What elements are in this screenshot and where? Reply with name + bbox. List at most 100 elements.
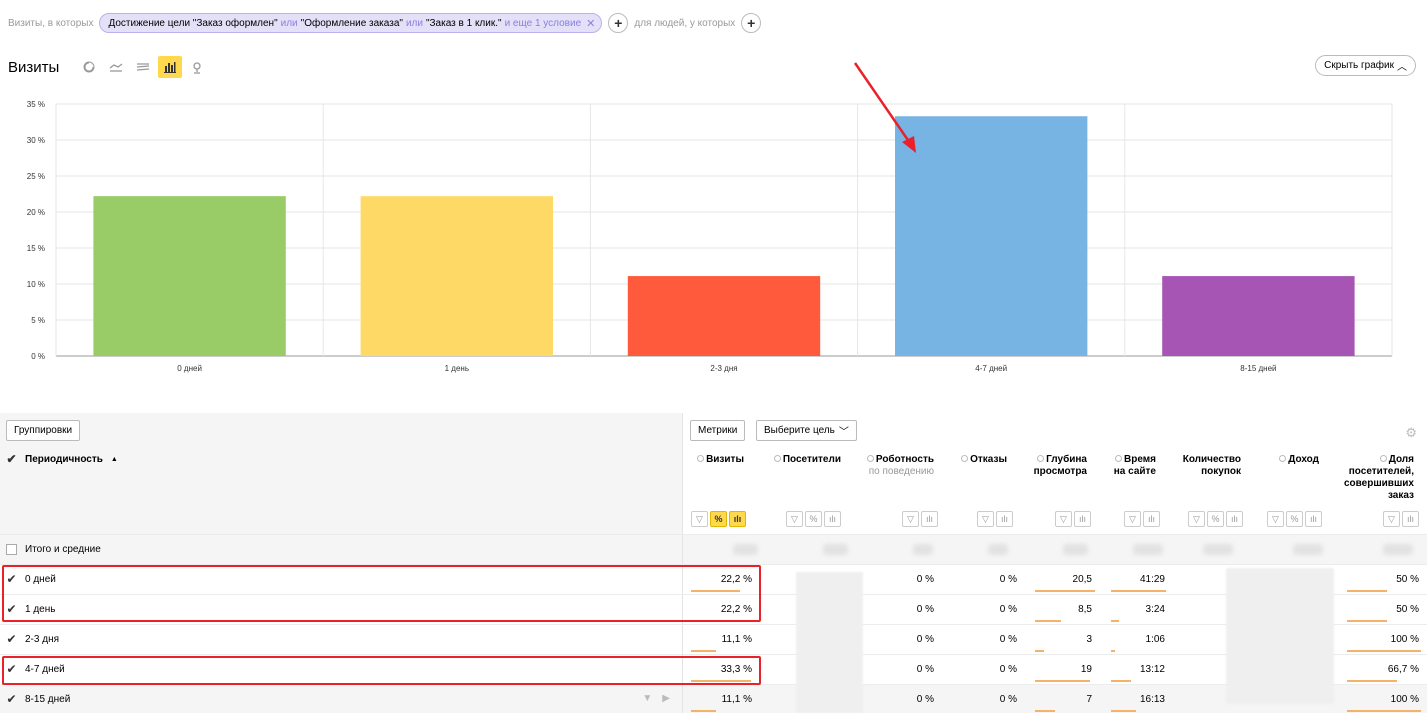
cell-robots: 0 % [916,574,934,585]
condition-goal-2: "Оформление заказа" [300,17,403,29]
dimension-checkbox[interactable] [6,454,17,465]
dimension-header-area [0,413,682,534]
bar-chart-icon[interactable] [158,56,183,78]
cell-robots: 0 % [916,634,934,645]
goal-condition-chip[interactable]: Достижение цели "Заказ оформлен" или "Оф… [99,13,603,33]
percent-toggle[interactable]: % [1286,511,1303,527]
share-bar [1347,710,1421,712]
filter-icon[interactable]: ▽ [1383,511,1400,527]
line-chart-icon[interactable] [104,56,128,78]
filter-icon[interactable]: ▽ [1124,511,1141,527]
row-label: 2-3 дня [25,634,60,645]
bar-toggle[interactable]: ılı [1305,511,1322,527]
hide-chart-button[interactable]: Скрыть график ︿ [1315,55,1416,76]
cell-visits: 11,1 % [721,694,752,705]
depth-bar [1035,710,1055,712]
bar-toggle[interactable]: ılı [1402,511,1419,527]
row-label-cell: 1 день [6,604,55,615]
cell-time: 41:29 [1139,574,1165,585]
column-header-depth[interactable]: Глубина просмотра [1034,454,1087,478]
cell-time: 3:24 [1145,604,1165,615]
close-icon[interactable]: ✕ [586,17,595,30]
table-row[interactable]: 0 дней 22,2 % 0 % 0 % 20,5 41:29 50 % [0,564,1427,595]
column-header-visits[interactable]: Визиты [697,454,744,466]
filter-icon[interactable]: ▽ [977,511,994,527]
column-header-bounce[interactable]: Отказы [961,454,1007,466]
table-row[interactable]: 1 день 22,2 % 0 % 0 % 8,5 3:24 50 % [0,594,1427,625]
bar-toggle[interactable]: ılı [824,511,841,527]
purchases-column-tools: ▽ % ılı [1188,511,1243,527]
column-header-time[interactable]: Время на сайте [1114,454,1156,478]
groupings-button[interactable]: Группировки [6,420,81,441]
column-header-robots[interactable]: Роботность по поведению [866,454,934,478]
column-header-purchases[interactable]: Количество покупок [1183,454,1241,478]
more-conditions-link[interactable]: и еще 1 условие [505,18,582,29]
time-bar [1111,590,1166,592]
column-header-order-share[interactable]: Доля посетителей, совершивших заказ [1344,454,1414,502]
row-label-cell: 0 дней [6,574,56,585]
percent-toggle[interactable]: % [1207,511,1224,527]
table-row[interactable]: 4-7 дней 33,3 % 0 % 0 % 19 13:12 66,7 % [0,654,1427,685]
row-checkbox[interactable] [6,604,17,615]
stacked-area-icon[interactable] [131,56,155,78]
bar-toggle[interactable]: ılı [1143,511,1160,527]
cell-bounce: 0 % [999,634,1017,645]
percent-toggle[interactable]: % [805,511,822,527]
radio-icon [697,455,705,462]
row-checkbox[interactable] [6,634,17,645]
robots-column-tools: ▽ ılı [902,511,938,527]
add-visit-condition-button[interactable]: + [608,13,629,33]
y-tick-label: 35 % [27,100,45,109]
totals-row: Итого и средние [0,534,1427,565]
cell-depth: 20,5 [1072,574,1092,585]
cell-bounce: 0 % [999,574,1017,585]
cell-order-share: 66,7 % [1387,664,1419,675]
time-column-tools: ▽ ılı [1124,511,1160,527]
filter-icon[interactable]: ▽ [691,511,708,527]
row-checkbox[interactable] [6,574,17,585]
table-row[interactable]: 8-15 дней ▼ ▶ 11,1 % 0 % 0 % 7 16:13 100… [0,684,1427,713]
percent-toggle[interactable]: % [710,511,727,527]
totals-values-blurred [682,535,1427,565]
bar-toggle[interactable]: ılı [1226,511,1243,527]
time-bar [1111,680,1131,682]
cell-visits: 22,2 % [720,604,752,615]
play-icon[interactable]: ▶ [662,693,670,704]
column-header-visitors[interactable]: Посетители [773,454,841,466]
people-condition-label: для людей, у которых [634,17,736,29]
cell-time: 13:12 [1139,664,1165,675]
select-goal-dropdown[interactable]: Выберите цель ﹀ [756,420,857,441]
row-checkbox[interactable] [6,664,17,675]
bar-toggle[interactable]: ılı [996,511,1013,527]
map-pin-icon[interactable] [185,56,209,78]
depth-bar [1035,650,1044,652]
cell-order-share: 50 % [1396,574,1419,585]
bar-toggle[interactable]: ılı [1074,511,1091,527]
filter-icon[interactable]: ▽ [1055,511,1072,527]
gear-icon[interactable]: ⚙ [1405,425,1417,441]
totals-checkbox[interactable] [6,544,17,555]
table-row[interactable]: 2-3 дня 11,1 % 0 % 0 % 3 1:06 100 % [0,624,1427,655]
filter-icon[interactable]: ▽ [902,511,919,527]
bar-4 [1162,276,1355,356]
report-header: Визиты [8,56,212,78]
bar-toggle[interactable]: ılı [729,511,746,527]
totals-label: Итого и средние [25,544,101,555]
metrics-button[interactable]: Метрики [690,420,746,441]
filter-icon[interactable]: ▼ [642,693,652,704]
filter-icon[interactable]: ▽ [1188,511,1205,527]
column-header-revenue[interactable]: Доход [1279,454,1319,466]
revenue-column-tools: ▽ % ılı [1267,511,1322,527]
filter-icon[interactable]: ▽ [1267,511,1284,527]
row-checkbox[interactable] [6,694,17,705]
visits-share-bar [691,650,716,652]
dimension-column-header[interactable]: Периодичность ▲ [6,454,118,465]
row-label: 4-7 дней [25,664,65,675]
filter-icon[interactable]: ▽ [786,511,803,527]
sort-asc-icon: ▲ [110,456,118,463]
add-people-condition-button[interactable]: + [741,13,762,33]
cell-depth: 7 [1086,694,1092,705]
cell-time: 16:13 [1139,694,1165,705]
bar-toggle[interactable]: ılı [921,511,938,527]
pie-chart-icon[interactable] [77,56,101,78]
